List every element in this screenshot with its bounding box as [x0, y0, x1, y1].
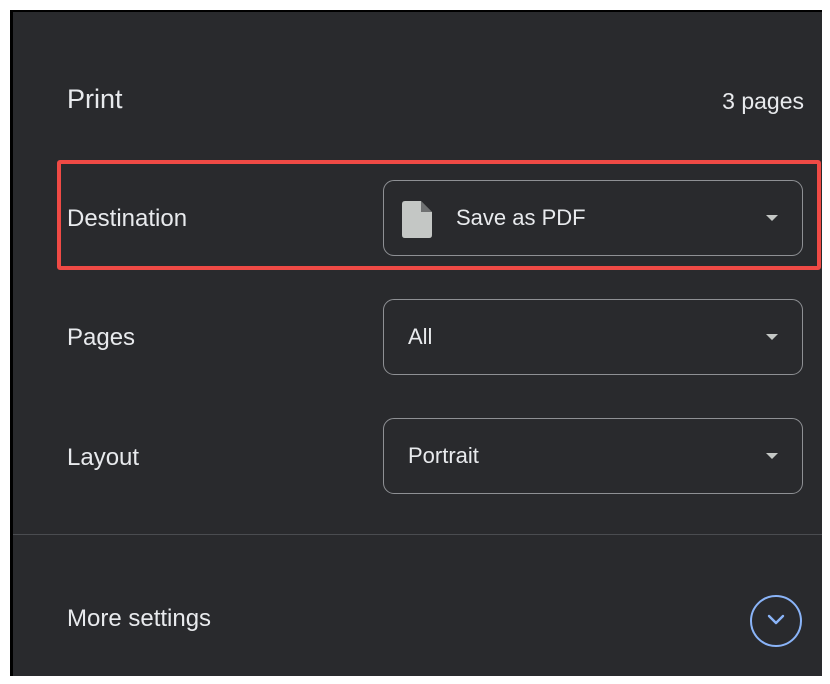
- page-count: 3 pages: [722, 88, 804, 114]
- chevron-down-icon: [766, 215, 778, 221]
- pages-label: Pages: [67, 324, 136, 351]
- pages-value: All: [408, 324, 433, 349]
- more-settings-row[interactable]: More settings: [13, 535, 822, 676]
- layout-value: Portrait: [408, 443, 479, 468]
- print-panel: Print 3 pages Destination Save as PDF Pa…: [10, 10, 822, 676]
- chevron-down-icon: [766, 453, 778, 459]
- layout-select[interactable]: Portrait: [383, 418, 803, 494]
- destination-label: Destination: [67, 205, 188, 232]
- destination-value: Save as PDF: [456, 205, 586, 230]
- chevron-down-icon: [766, 334, 778, 340]
- file-icon: [402, 201, 432, 238]
- layout-label: Layout: [67, 444, 140, 471]
- pages-select[interactable]: All: [383, 299, 803, 375]
- print-title: Print: [67, 84, 123, 114]
- more-settings-label: More settings: [67, 605, 212, 632]
- expand-more-settings-button[interactable]: [750, 595, 802, 647]
- chevron-down-icon: [767, 614, 785, 625]
- destination-select[interactable]: Save as PDF: [383, 180, 803, 256]
